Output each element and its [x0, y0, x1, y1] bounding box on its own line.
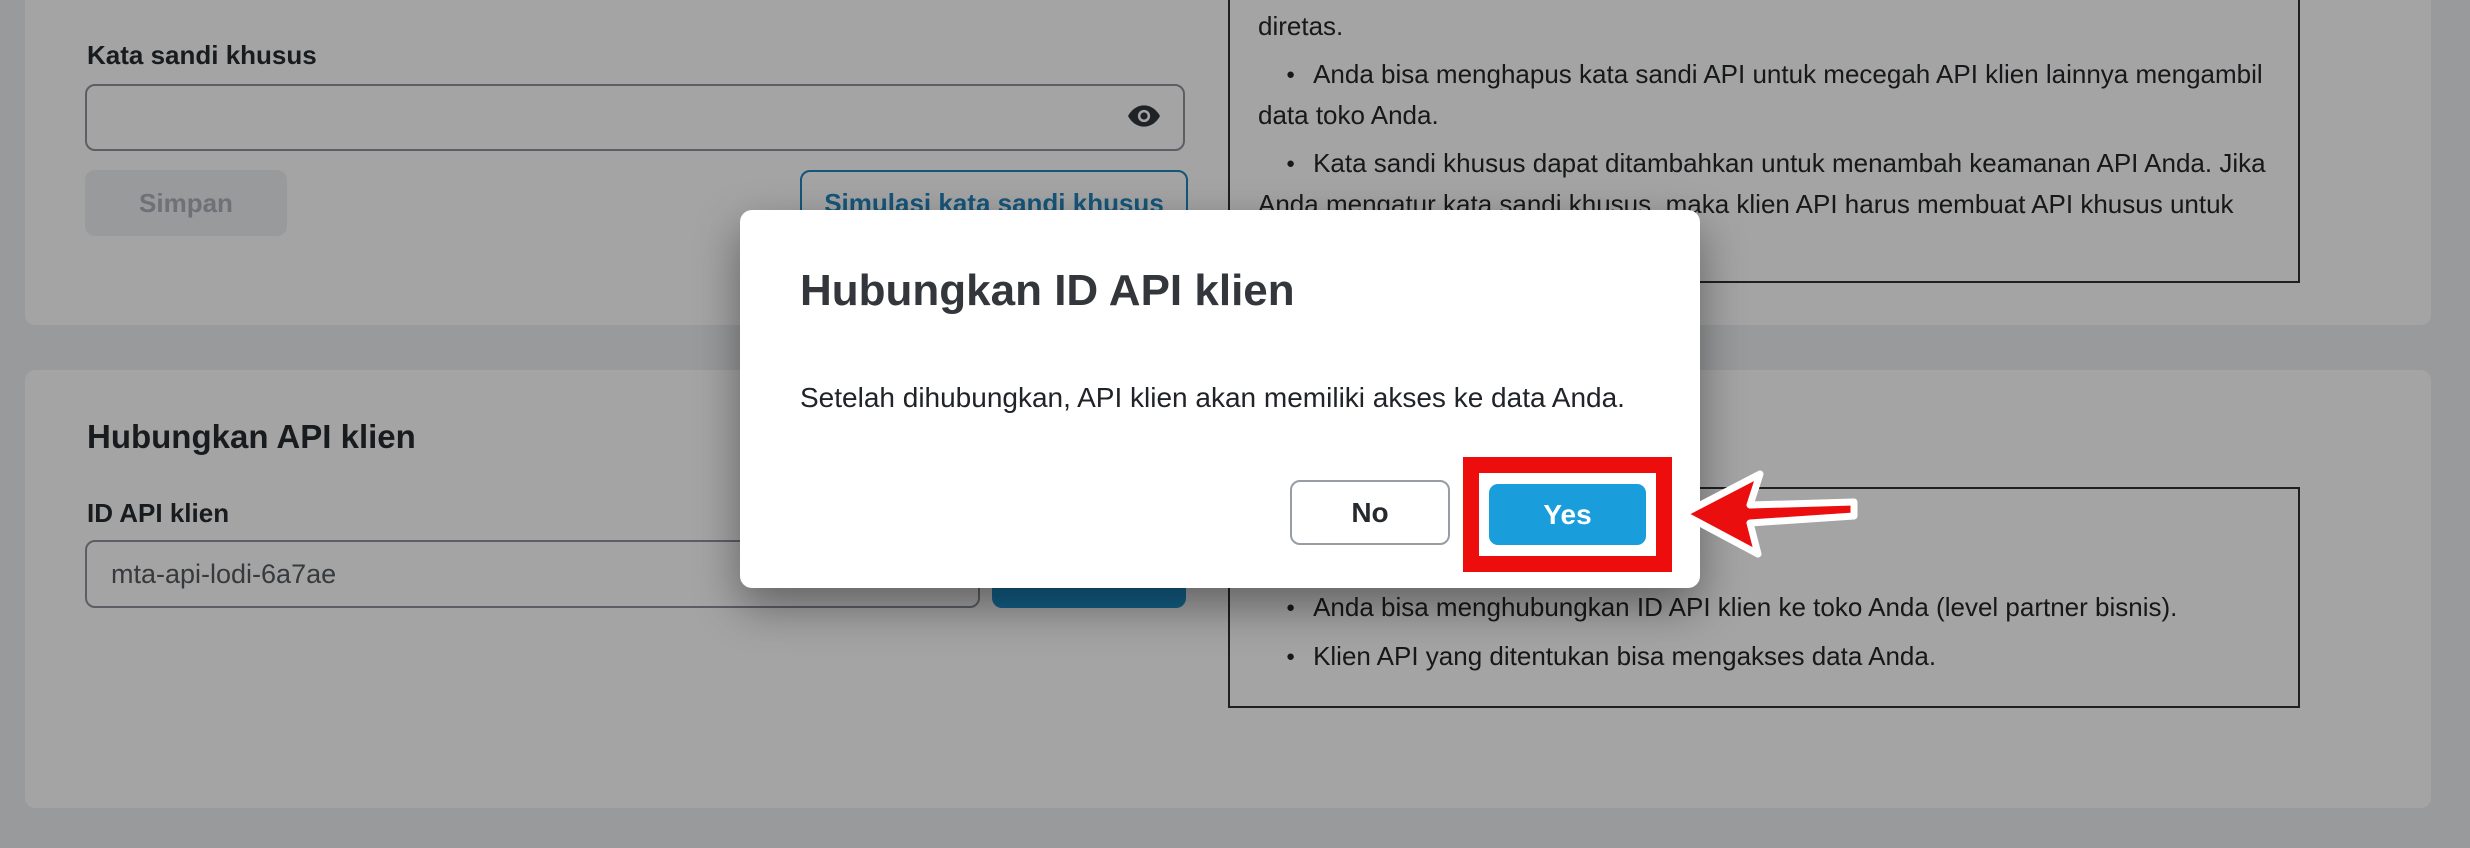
highlight-box: Yes — [1463, 457, 1672, 572]
yes-button[interactable]: Yes — [1489, 484, 1646, 545]
no-button[interactable]: No — [1290, 480, 1450, 545]
dialog-title: Hubungkan ID API klien — [800, 266, 1295, 316]
api-settings-page: Kata sandi khusus Simpan Simulasi kata s… — [0, 0, 2470, 848]
arrow-left-icon — [1678, 468, 1858, 565]
dialog-message: Setelah dihubungkan, API klien akan memi… — [800, 382, 1625, 414]
